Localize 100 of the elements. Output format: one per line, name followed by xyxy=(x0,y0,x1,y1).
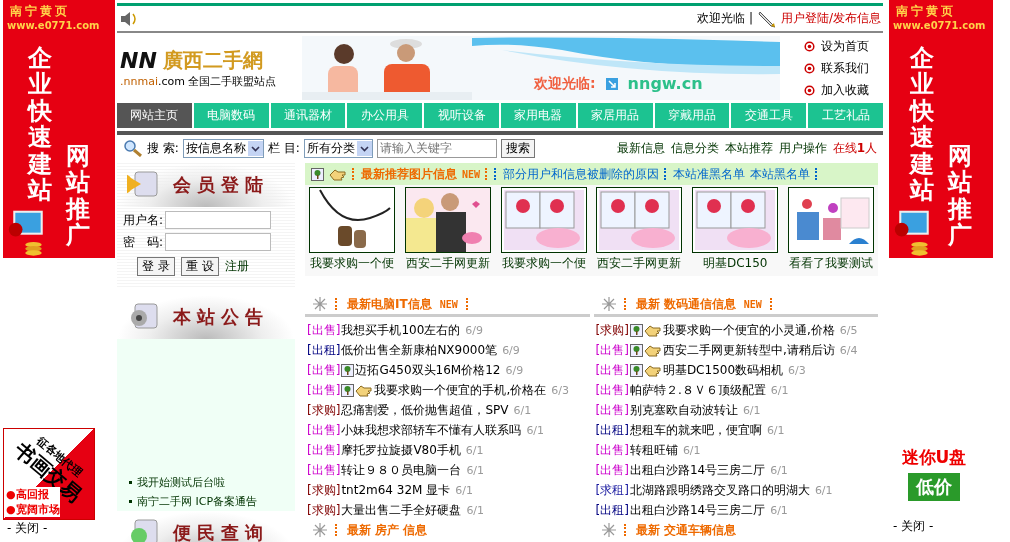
search-label: 搜 索: xyxy=(147,139,179,157)
ad-site-name: 南宁黄页 xyxy=(896,3,956,20)
ad-site-name: 南宁黄页 xyxy=(10,3,70,20)
ad-point: ●高回报 xyxy=(6,487,60,502)
listing-link[interactable]: 帕萨特２.８Ｖ６顶级配置 xyxy=(629,381,766,399)
category-tag[interactable]: [求购] xyxy=(307,401,341,419)
picture-caption[interactable]: 我要求购一个便 xyxy=(310,255,394,272)
listing-link[interactable]: 低价出售全新康柏NX9000笔 xyxy=(341,341,498,359)
reset-button[interactable]: 重 设 xyxy=(180,257,219,276)
welcome-text: 欢迎光临 | xyxy=(697,10,753,27)
listing-date: 6/9 xyxy=(505,363,524,377)
top-link[interactable]: 本站推荐 xyxy=(724,139,773,157)
listing-date: 6/9 xyxy=(502,343,520,357)
category-tag[interactable]: [求购] xyxy=(307,481,341,499)
field-label: 用户名: xyxy=(123,211,164,229)
panel-title: 便民查询 xyxy=(173,521,269,542)
top-link[interactable]: 用户操作 xyxy=(778,139,827,157)
listing-link[interactable]: 转让９８０员电脑一台 xyxy=(341,461,462,479)
listing-date: 6/1 xyxy=(682,443,701,457)
listing-link[interactable]: 我想买手机100左右的 xyxy=(341,321,461,339)
listing-link[interactable]: 大量出售二手全好硬盘 xyxy=(341,501,462,519)
listing-link[interactable]: 摩托罗拉旋摄V80手机 xyxy=(341,441,461,459)
ad-url: www.e0771.com xyxy=(893,20,986,31)
logo-subtitle: .nnmai.com 全国二手联盟站点 xyxy=(120,74,278,89)
picture-caption[interactable]: 西安二手网更新 xyxy=(597,255,682,272)
quick-link[interactable]: 设为首页 xyxy=(804,37,869,55)
listing-link[interactable]: 我要求购一个便宜的手机,价格在 xyxy=(374,381,547,399)
category-tag[interactable]: [求购] xyxy=(595,321,629,339)
category-tag[interactable]: [出租] xyxy=(307,341,341,359)
register-link[interactable]: 注册 xyxy=(224,258,249,275)
ad-point: ●宽阔市场 xyxy=(6,502,60,517)
category-tag[interactable]: [出租] xyxy=(595,421,629,439)
top-link[interactable]: 信息分类 xyxy=(670,139,719,157)
category-select[interactable]: 所有分类 xyxy=(303,138,373,158)
column-label: 栏 目: xyxy=(267,139,300,157)
listing-link[interactable]: 我要求购一个便宜的小灵通,价格 xyxy=(662,321,835,339)
top-link[interactable]: 最新信息 xyxy=(616,139,665,157)
category-tag[interactable]: [出售] xyxy=(595,361,629,379)
quick-link[interactable]: 加入收藏 xyxy=(804,81,869,99)
listing-link[interactable]: 出租白沙路14号三房二厅 xyxy=(629,461,766,479)
section-title: 最新 交通车辆信息 xyxy=(635,521,736,539)
listing-link[interactable]: 北湖路跟明绣路交叉路口的明湖大 xyxy=(629,481,810,499)
category-tag[interactable]: [出售] xyxy=(307,361,341,379)
quick-link[interactable]: 联系我们 xyxy=(804,59,869,77)
listing-date: 6/1 xyxy=(766,423,785,437)
listing-date: 6/1 xyxy=(742,403,761,417)
search-field[interactable]: 请输入关键字 xyxy=(376,138,497,158)
category-tag[interactable]: [出售] xyxy=(307,461,341,479)
new-label: NEW xyxy=(743,298,762,310)
listing-link[interactable]: tnt2m64 32M 显卡 xyxy=(341,481,451,499)
notice-link[interactable]: 部分用户和信息被删除的原因 xyxy=(503,165,660,183)
close-link[interactable]: - 关闭 - xyxy=(7,520,115,537)
category-tag[interactable]: [出租] xyxy=(595,501,629,519)
listing-link[interactable]: 小妹我想求部轿车不懂有人联系吗 xyxy=(341,421,522,439)
listing-link[interactable]: 想租车的就来吧，便宜啊 xyxy=(629,421,762,439)
picture-caption[interactable]: 看看了我要测试 xyxy=(789,255,873,272)
search-button[interactable]: 搜索 xyxy=(500,138,535,158)
notice-link[interactable]: 本站黑名单 xyxy=(750,165,811,183)
logo-name: 廣西二手網 xyxy=(162,47,263,74)
listing-link[interactable]: 迈拓G450双头16M价格12 xyxy=(355,361,501,379)
listing-date: 6/1 xyxy=(770,503,788,517)
category-tag[interactable]: [出售] xyxy=(307,421,341,439)
field-label: 密 码: xyxy=(123,233,164,251)
login-button[interactable]: 登 录 xyxy=(137,257,175,276)
category-tag[interactable]: [出售] xyxy=(307,441,341,459)
category-tag[interactable]: [出售] xyxy=(307,381,341,399)
notice-link[interactable]: 本站准黑名单 xyxy=(673,165,746,183)
picture-caption[interactable]: 西安二手网更新 xyxy=(405,255,490,272)
listing-link[interactable]: 明基DC1500数码相机 xyxy=(662,361,784,379)
listing-link[interactable]: 忍痛割爱，低价抛售超值，SPV xyxy=(341,401,509,419)
category-tag[interactable]: [出售] xyxy=(595,341,629,359)
listing-date: 6/1 xyxy=(770,383,789,397)
featured-title: 最新推荐图片信息 xyxy=(361,165,457,183)
category-tag[interactable]: [求购] xyxy=(307,501,341,519)
listing-date: 6/1 xyxy=(513,403,532,417)
ad-url: www.e0771.com xyxy=(7,20,100,31)
category-tag[interactable]: [出售] xyxy=(307,321,341,339)
panel-title: 会员登陆 xyxy=(173,173,269,197)
nav-tab[interactable]: 网站主页 xyxy=(117,103,192,128)
listing-link[interactable]: 别克塞欧自动波转让 xyxy=(629,401,738,419)
section-title: 最新 房产 信息 xyxy=(347,521,428,539)
login-link[interactable]: 用户登陆/发布信息 xyxy=(780,10,881,27)
category-tag[interactable]: [出售] xyxy=(595,461,629,479)
category-tag[interactable]: [出售] xyxy=(595,381,629,399)
category-tag[interactable]: [出售] xyxy=(595,401,629,419)
category-tag[interactable]: [求租] xyxy=(595,481,629,499)
listing-link[interactable]: 出租白沙路14号三房二厅 xyxy=(629,501,766,519)
category-tag[interactable]: [出售] xyxy=(595,441,629,459)
close-link[interactable]: - 关闭 - xyxy=(893,518,993,535)
notice-link[interactable]: 我开始测试后台啦 xyxy=(129,475,295,490)
notice-link[interactable]: 南宁二手网 ICP备案通告 xyxy=(129,494,295,509)
listing-date: 6/1 xyxy=(466,463,485,477)
listing-date: 6/1 xyxy=(770,463,788,477)
picture-caption[interactable]: 明基DC150 xyxy=(702,255,768,272)
listing-link[interactable]: 转租旺铺 xyxy=(629,441,678,459)
field-select[interactable]: 按信息名称 xyxy=(182,138,264,158)
new-label: NEW xyxy=(462,168,481,180)
listing-link[interactable]: 西安二手网更新转型中,请稍后访 xyxy=(662,341,835,359)
listing-date: 6/4 xyxy=(839,343,858,357)
picture-caption[interactable]: 我要求购一个便 xyxy=(501,255,586,272)
